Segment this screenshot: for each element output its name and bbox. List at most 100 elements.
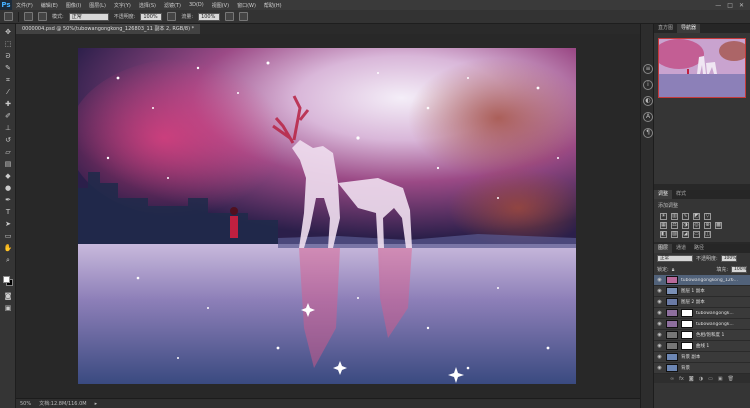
folder-icon[interactable]: ▭ [708,376,713,382]
layer-name[interactable]: 图层 2 副本 [681,299,705,305]
history-panel-icon[interactable]: ≡ [643,64,653,74]
clone-stamp-tool-icon[interactable]: ⊥ [3,124,13,133]
layer-name[interactable]: tubowangongk... [696,322,734,327]
layer-mask-thumbnail[interactable] [681,309,693,317]
crop-tool-icon[interactable]: ⌗ [3,76,13,85]
history-brush-tool-icon[interactable]: ↺ [3,136,13,145]
canvas-image[interactable] [78,48,576,384]
tab-styles[interactable]: 样式 [672,190,690,199]
flow-input[interactable]: 100% [198,12,221,21]
menu-type[interactable]: 文字(Y) [110,2,135,9]
layer-mask-thumbnail[interactable] [681,331,693,339]
pressure-size-icon[interactable] [239,12,249,21]
pressure-opacity-icon[interactable] [167,12,177,21]
invert-icon[interactable]: ◧ [660,231,667,238]
hue-saturation-icon[interactable]: ▦ [660,222,667,229]
layer-row[interactable]: ◉ tubowangongkong_126... [654,275,750,286]
black-white-icon[interactable]: ◑ [682,222,689,229]
move-tool-icon[interactable]: ✥ [3,28,13,37]
visibility-eye-icon[interactable]: ◉ [656,299,663,305]
layer-row[interactable]: ◉ tubowangongk... [654,319,750,330]
shape-tool-icon[interactable]: ▭ [3,232,13,241]
menu-select[interactable]: 选择(S) [135,2,160,9]
menu-window[interactable]: 窗口(W) [233,2,260,9]
visibility-eye-icon[interactable]: ◉ [656,321,663,327]
photo-filter-icon[interactable]: ◎ [693,222,700,229]
vibrance-icon[interactable]: ▽ [704,213,711,220]
layer-thumbnail[interactable] [666,364,678,372]
link-icon[interactable]: ∞ [670,376,674,382]
brightness-icon[interactable]: ☀ [660,213,667,220]
curves-icon[interactable]: ∿ [682,213,689,220]
mask-icon[interactable]: ◙ [689,376,694,382]
healing-brush-tool-icon[interactable]: ✚ [3,100,13,109]
layer-name[interactable]: 背景 [681,365,690,371]
adjustment-icon[interactable]: ◑ [699,376,703,382]
threshold-icon[interactable]: ◪ [682,231,689,238]
fx-icon[interactable]: fx [679,376,684,382]
blend-mode-select[interactable]: 正常 [657,255,693,262]
document-tab[interactable]: 0000004.psd @ 50%(tubowangongkong_126803… [16,24,201,34]
layer-row[interactable]: ◉ 色相/饱和度 1 [654,330,750,341]
menu-edit[interactable]: 编辑(E) [37,2,62,9]
zoom-level[interactable]: 50% [20,401,31,407]
gradient-map-icon[interactable]: ▭ [693,231,700,238]
visibility-eye-icon[interactable]: ◉ [656,288,663,294]
layer-thumbnail[interactable] [666,353,678,361]
layer-name[interactable]: 曲线 1 [696,343,709,349]
visibility-eye-icon[interactable]: ◉ [656,332,663,338]
layer-row[interactable]: ◉ 图层 1 副本 [654,286,750,297]
menu-help[interactable]: 帮助(H) [260,2,286,9]
canvas-area[interactable] [16,34,640,398]
hand-tool-icon[interactable]: ✋ [3,244,13,253]
layer-row[interactable]: ◉ tubowangongk... [654,308,750,319]
path-select-tool-icon[interactable]: ➤ [3,220,13,229]
marquee-tool-icon[interactable]: ⬚ [3,40,13,49]
menu-layer[interactable]: 图层(L) [85,2,110,9]
tab-navigator[interactable]: 导航器 [677,24,701,33]
info-panel-icon[interactable]: i [643,80,653,90]
fill-input[interactable]: 100% [731,266,747,273]
tab-channels[interactable]: 通道 [672,244,690,253]
layer-name[interactable]: tubowangongkong_126... [681,278,738,283]
character-panel-icon[interactable]: A [643,112,653,122]
visibility-eye-icon[interactable]: ◉ [656,277,663,283]
zoom-tool-icon[interactable]: ⌕ [3,256,13,265]
layer-name[interactable]: 图层 1 副本 [681,288,705,294]
lasso-tool-icon[interactable]: ᘐ [3,52,13,61]
layer-thumbnail[interactable] [666,276,678,284]
layer-thumbnail[interactable] [666,320,678,328]
foreground-color-swatch[interactable] [3,276,10,283]
color-balance-icon[interactable]: ⚖ [671,222,678,229]
layer-mask-thumbnail[interactable] [681,342,693,350]
type-tool-icon[interactable]: T [3,208,13,217]
exposure-icon[interactable]: ◩ [693,213,700,220]
visibility-eye-icon[interactable]: ◉ [656,354,663,360]
new-layer-icon[interactable]: ▣ [718,376,723,382]
eyedropper-tool-icon[interactable]: ⁄ [3,88,13,97]
layer-thumbnail[interactable] [666,309,678,317]
maximize-button[interactable]: □ [727,2,733,9]
layer-thumbnail[interactable] [666,331,678,339]
layer-name[interactable]: 背景 副本 [681,354,700,360]
dodge-tool-icon[interactable]: ● [3,184,13,193]
color-panel-icon[interactable]: ◐ [643,96,653,106]
quick-select-tool-icon[interactable]: ✎ [3,64,13,73]
color-lookup-icon[interactable]: ▩ [715,222,722,229]
visibility-eye-icon[interactable]: ◉ [656,365,663,371]
opacity-input[interactable]: 100% [140,12,163,21]
blur-tool-icon[interactable]: ◆ [3,172,13,181]
pen-tool-icon[interactable]: ✒ [3,196,13,205]
tab-paths[interactable]: 路径 [690,244,708,253]
minimize-button[interactable]: — [715,2,721,9]
gradient-tool-icon[interactable]: ▤ [3,160,13,169]
layer-row[interactable]: ◉ 背景 [654,363,750,374]
tab-adjustments[interactable]: 调整 [654,190,673,199]
quick-mask-icon[interactable]: ◙ [3,292,13,301]
menu-3d[interactable]: 3D(D) [185,2,208,8]
levels-icon[interactable]: ▥ [671,213,678,220]
menu-view[interactable]: 视图(V) [208,2,233,9]
layer-thumbnail[interactable] [666,287,678,295]
menu-file[interactable]: 文件(F) [12,2,37,9]
brush-panel-icon[interactable] [38,12,47,21]
